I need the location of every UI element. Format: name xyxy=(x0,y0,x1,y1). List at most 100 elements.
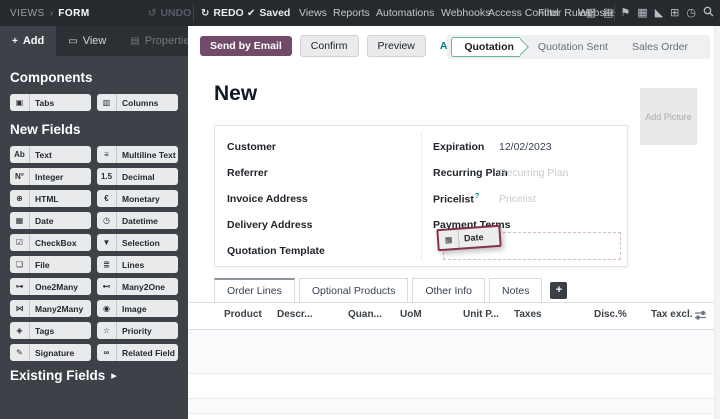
add-tab-button[interactable]: + xyxy=(550,282,567,299)
field-related-field[interactable]: ∞Related Field xyxy=(97,344,178,361)
field-label: Many2One xyxy=(117,282,165,292)
recurring-plan-placeholder[interactable]: Recurring Plan xyxy=(499,167,568,179)
redo-button[interactable]: ↻ REDO xyxy=(201,0,244,26)
many2one-icon: ⊷ xyxy=(97,278,117,295)
undo-button[interactable]: ↺ UNDO xyxy=(148,0,191,26)
field-selection[interactable]: ▼Selection xyxy=(97,234,178,251)
field-quotation-template[interactable]: Quotation Template xyxy=(227,238,305,264)
field-recurring-plan[interactable]: Recurring Plan Recurring Plan xyxy=(433,160,568,186)
menu-webhooks[interactable]: Webhooks xyxy=(441,0,490,26)
col-product[interactable]: Product xyxy=(224,309,262,320)
tab-add[interactable]: + Add xyxy=(0,26,56,56)
column-divider xyxy=(421,132,422,260)
col-description[interactable]: Descr... xyxy=(277,309,313,320)
record-title[interactable]: New xyxy=(214,82,257,106)
breadcrumb-views[interactable]: VIEWS xyxy=(10,8,45,19)
field-signature[interactable]: ✎Signature xyxy=(10,344,91,361)
field-text[interactable]: AbText xyxy=(10,146,91,163)
field-image[interactable]: ◉Image xyxy=(97,300,178,317)
list-icon[interactable]: ▤ xyxy=(603,8,613,19)
menu-filter-rules[interactable]: Filter Rules xyxy=(538,0,574,26)
preview-button[interactable]: Preview xyxy=(367,35,426,57)
existing-fields-heading[interactable]: Existing Fields ▸ xyxy=(10,368,117,383)
menu-views[interactable]: Views xyxy=(299,0,327,26)
breadcrumb-form: FORM xyxy=(58,8,89,19)
field-many2one[interactable]: ⊷Many2One xyxy=(97,278,178,295)
field-html[interactable]: ⊕HTML xyxy=(10,190,91,207)
optional-columns-icon[interactable] xyxy=(695,310,706,323)
pricelist-label: Pricelist xyxy=(433,193,474,205)
field-label: CheckBox xyxy=(30,238,77,248)
pivot-icon[interactable]: ⊞ xyxy=(670,8,679,19)
new-fields-heading: New Fields xyxy=(10,122,81,137)
tab-optional-products[interactable]: Optional Products xyxy=(299,278,408,302)
col-unit-price[interactable]: Unit P... xyxy=(463,309,499,320)
field-expiration[interactable]: Expiration 12/02/2023 xyxy=(433,134,568,160)
tab-view[interactable]: ▭ View xyxy=(56,26,118,56)
field-customer[interactable]: Customer xyxy=(227,134,305,160)
col-taxes[interactable]: Taxes xyxy=(514,309,542,320)
field-date[interactable]: ▦Date xyxy=(10,212,91,229)
status-step-quotation-sent[interactable]: Quotation Sent xyxy=(526,41,620,53)
add-picture-box[interactable]: Add Picture xyxy=(640,88,697,145)
dragged-date-field[interactable]: ▦ Date xyxy=(436,225,501,251)
field-label: Decimal xyxy=(117,172,155,182)
confirm-button[interactable]: Confirm xyxy=(300,35,359,57)
col-tax-excl[interactable]: Tax excl. xyxy=(651,309,693,320)
field-label: One2Many xyxy=(30,282,78,292)
kanban-icon[interactable]: ▥ xyxy=(586,8,596,19)
field-lines[interactable]: ≣Lines xyxy=(97,256,178,273)
breadcrumb: VIEWS › FORM xyxy=(10,0,90,26)
send-by-email-button[interactable]: Send by Email xyxy=(200,36,292,56)
component-columns[interactable]: ▥ Columns xyxy=(97,94,178,111)
status-step-sales-order[interactable]: Sales Order xyxy=(620,41,700,53)
graph-icon[interactable]: ◣ xyxy=(655,8,663,19)
field-multiline-text[interactable]: ≡Multiline Text xyxy=(97,146,178,163)
pricelist-placeholder[interactable]: Pricelist xyxy=(499,193,536,205)
field-decimal[interactable]: 1.5Decimal xyxy=(97,168,178,185)
component-tabs[interactable]: ▣ Tabs xyxy=(10,94,91,111)
table-row[interactable] xyxy=(188,374,714,399)
field-datetime[interactable]: ◷Datetime xyxy=(97,212,178,229)
tab-order-lines[interactable]: Order Lines xyxy=(214,278,295,302)
field-priority[interactable]: ☆Priority xyxy=(97,322,178,339)
field-invoice-address[interactable]: Invoice Address xyxy=(227,186,305,212)
field-checkbox[interactable]: ☑CheckBox xyxy=(10,234,91,251)
field-label: Signature xyxy=(30,348,74,358)
col-uom[interactable]: UoM xyxy=(400,309,422,320)
tab-notes[interactable]: Notes xyxy=(489,278,542,302)
studio-editor: VIEWS › FORM ↺ UNDO ↻ REDO ✔ Saved Views… xyxy=(0,0,720,419)
field-referrer[interactable]: Referrer xyxy=(227,160,305,186)
undo-label: UNDO xyxy=(160,7,191,19)
menu-automations[interactable]: Automations xyxy=(376,0,434,26)
menu-access-control[interactable]: Access Control xyxy=(488,0,536,26)
flag-icon[interactable]: ⚑ xyxy=(620,8,630,19)
field-integer[interactable]: N°Integer xyxy=(10,168,91,185)
table-row[interactable] xyxy=(188,330,714,374)
menu-reports[interactable]: Reports xyxy=(333,0,370,26)
tab-other-info[interactable]: Other Info xyxy=(412,278,485,302)
table-row[interactable] xyxy=(188,399,714,414)
field-many2many[interactable]: ⋈Many2Many xyxy=(10,300,91,317)
many2many-icon: ⋈ xyxy=(10,300,30,317)
field-file[interactable]: ❏File xyxy=(10,256,91,273)
existing-fields-label: Existing Fields xyxy=(10,368,105,383)
field-one2many[interactable]: ⊶One2Many xyxy=(10,278,91,295)
field-monetary[interactable]: €Monetary xyxy=(97,190,178,207)
scrollbar-track[interactable] xyxy=(714,26,720,419)
col-quantity[interactable]: Quan... xyxy=(348,309,382,320)
components-heading: Components xyxy=(10,70,93,85)
col-discount[interactable]: Disc.% xyxy=(594,309,627,320)
monitor-icon: ▭ xyxy=(68,36,77,47)
expiration-value[interactable]: 12/02/2023 xyxy=(499,141,552,153)
multiline-text-icon: ≡ xyxy=(97,146,117,163)
field-delivery-address[interactable]: Delivery Address xyxy=(227,212,305,238)
clock-icon[interactable]: ◷ xyxy=(686,8,696,19)
one2many-icon: ⊶ xyxy=(10,278,30,295)
calendar-icon[interactable]: ▦ xyxy=(637,8,647,19)
status-step-quotation[interactable]: Quotation xyxy=(451,37,526,57)
field-pricelist[interactable]: Pricelist? Pricelist xyxy=(433,186,568,212)
decimal-icon: 1.5 xyxy=(97,168,117,185)
field-tags[interactable]: ◈Tags xyxy=(10,322,91,339)
search-icon[interactable] xyxy=(703,4,714,22)
